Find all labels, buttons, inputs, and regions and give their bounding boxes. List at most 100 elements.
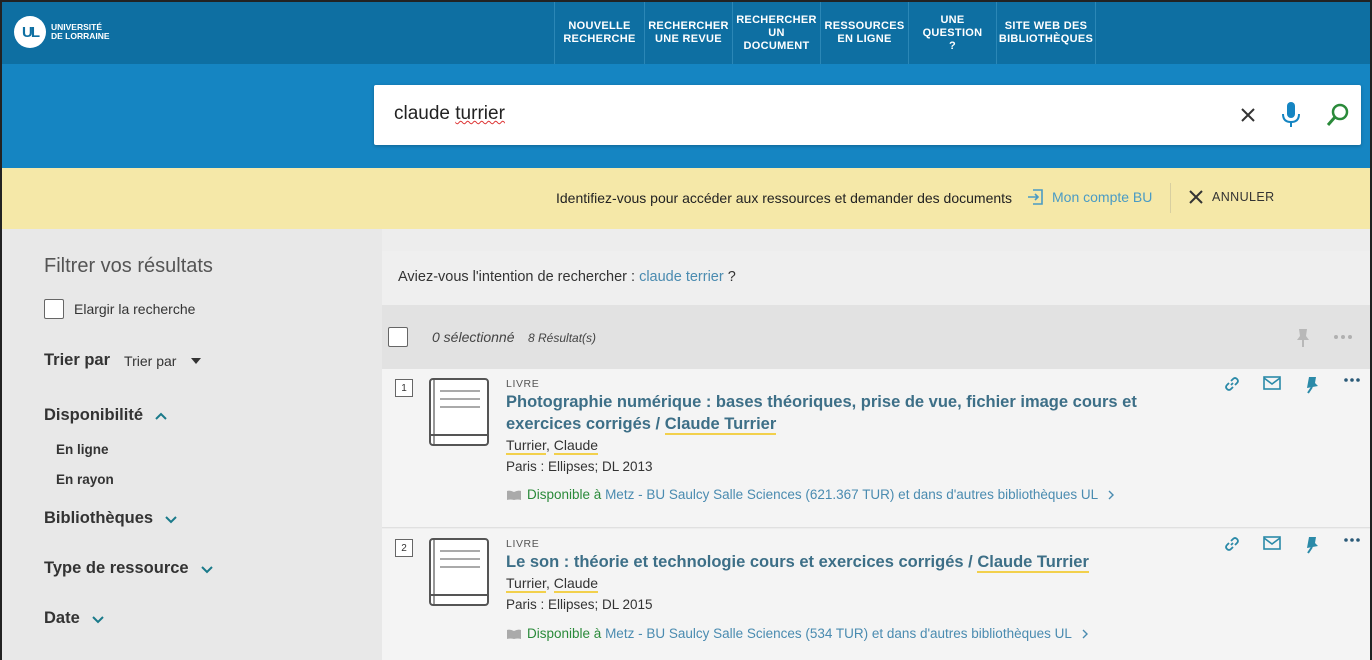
sort-row: Trier par Trier par xyxy=(44,351,206,370)
filter-title: Filtrer vos résultats xyxy=(44,255,213,277)
result-title-author: Claude Turrier xyxy=(977,553,1089,573)
nav-rechercher-revue[interactable]: RECHERCHER UNE REVUE xyxy=(644,2,732,64)
pin-button[interactable] xyxy=(1292,535,1332,555)
email-button[interactable] xyxy=(1252,375,1292,395)
nav-site-web-bibliotheques[interactable]: SITE WEB DES BIBLIOTHÈQUES xyxy=(996,2,1096,64)
result-author[interactable]: Turrier, Claude xyxy=(506,437,599,455)
email-icon xyxy=(1263,536,1281,550)
close-icon xyxy=(1189,190,1203,204)
results-area: Aviez-vous l'intention de rechercher : c… xyxy=(382,229,1370,660)
result-number: 2 xyxy=(395,539,413,557)
availability-location: Metz - BU Saulcy Salle Sciences (621.367… xyxy=(605,487,1099,502)
result-availability[interactable]: Disponible à Metz - BU Saulcy Salle Scie… xyxy=(506,626,1092,641)
facet-type-ressource[interactable]: Type de ressource xyxy=(44,559,215,578)
result-availability[interactable]: Disponible à Metz - BU Saulcy Salle Scie… xyxy=(506,487,1118,502)
top-navigation-bar: UL UNIVERSITÉ DE LORRAINE NOUVELLE RECHER… xyxy=(2,2,1370,64)
notice-text: Identifiez-vous pour accéder aux ressour… xyxy=(556,190,1013,206)
result-title[interactable]: Photographie numérique : bases théorique… xyxy=(506,391,1196,435)
chevron-down-icon xyxy=(165,515,177,523)
nav-nouvelle-recherche[interactable]: NOUVELLE RECHERCHE xyxy=(554,2,644,64)
chevron-right-icon xyxy=(1082,629,1088,638)
facet-bibliotheques[interactable]: Bibliothèques xyxy=(44,509,179,528)
pin-icon xyxy=(1307,537,1318,554)
result-item[interactable]: 1 LIVRE Photographie numérique : bases t… xyxy=(382,369,1370,528)
selection-bar: 0 sélectionné 8 Résultat(s) xyxy=(382,305,1370,369)
nav-ressources-en-ligne[interactable]: RESSOURCES EN LIGNE xyxy=(820,2,908,64)
result-title[interactable]: Le son : théorie et technologie cours et… xyxy=(506,551,1196,573)
pin-button[interactable] xyxy=(1292,375,1332,395)
did-you-mean-link[interactable]: claude terrier xyxy=(639,269,724,285)
select-all-checkbox[interactable] xyxy=(388,327,408,347)
main-nav: NOUVELLE RECHERCHE RECHERCHER UNE REVUE RE… xyxy=(554,2,1096,64)
pin-icon[interactable] xyxy=(1294,327,1312,349)
cancel-label: ANNULER xyxy=(1212,190,1275,204)
caret-down-icon xyxy=(191,357,202,364)
university-logo[interactable]: UL UNIVERSITÉ DE LORRAINE xyxy=(14,16,110,48)
selected-count: 0 sélectionné xyxy=(432,329,515,345)
author-first: Claude xyxy=(553,437,599,455)
facet-en-ligne[interactable]: En ligne xyxy=(56,442,109,457)
notice-divider xyxy=(1170,183,1171,213)
search-query-word-1: claude xyxy=(394,103,450,124)
clear-icon[interactable] xyxy=(1234,101,1262,129)
search-icon[interactable] xyxy=(1324,101,1352,129)
did-you-mean: Aviez-vous l'intention de rechercher : c… xyxy=(382,251,1370,305)
elargir-checkbox-row[interactable]: Elargir la recherche xyxy=(44,299,195,319)
results-count: 8 Résultat(s) xyxy=(528,331,597,345)
sort-label: Trier par xyxy=(44,351,111,369)
did-you-mean-suffix: ? xyxy=(727,269,736,285)
logo-mark: UL xyxy=(14,16,46,48)
result-item[interactable]: 2 LIVRE Le son : théorie et technologie … xyxy=(382,529,1370,660)
more-options-icon[interactable] xyxy=(1332,329,1354,345)
logo-line-2: DE LORRAINE xyxy=(51,31,110,41)
search-box[interactable]: claude turrier xyxy=(374,85,1361,145)
facet-disponibilite[interactable]: Disponibilité xyxy=(44,406,169,425)
availability-status: Disponible à xyxy=(527,626,602,641)
facet-date-label: Date xyxy=(44,609,80,627)
permalink-button[interactable] xyxy=(1212,535,1252,555)
sort-value: Trier par xyxy=(124,352,177,369)
elargir-label: Elargir la recherche xyxy=(74,301,196,317)
result-author[interactable]: Turrier, Claude xyxy=(506,575,599,593)
more-actions-button[interactable] xyxy=(1332,535,1372,555)
result-actions xyxy=(1212,535,1372,555)
chevron-up-icon xyxy=(155,412,167,420)
open-book-icon xyxy=(507,629,521,639)
filter-panel: Filtrer vos résultats Elargir la recherc… xyxy=(2,229,382,660)
sort-select[interactable]: Trier par xyxy=(124,353,206,369)
search-input[interactable]: claude turrier xyxy=(394,103,505,125)
link-icon xyxy=(1225,377,1239,391)
resource-type: LIVRE xyxy=(506,378,540,390)
search-band: claude turrier xyxy=(2,64,1370,168)
my-account-link[interactable]: Mon compte BU xyxy=(1026,187,1152,207)
result-title-author: Claude Turrier xyxy=(664,415,777,435)
permalink-button[interactable] xyxy=(1212,375,1252,395)
availability-status: Disponible à xyxy=(527,487,602,502)
microphone-icon[interactable] xyxy=(1277,101,1305,129)
facet-type-ressource-label: Type de ressource xyxy=(44,559,189,577)
author-last: Turrier xyxy=(506,575,546,593)
link-icon xyxy=(1225,537,1239,551)
author-last: Turrier xyxy=(506,437,546,455)
more-actions-button[interactable] xyxy=(1332,375,1372,395)
elargir-checkbox[interactable] xyxy=(44,299,64,319)
nav-rechercher-document[interactable]: RECHERCHER UN DOCUMENT xyxy=(732,2,820,64)
email-button[interactable] xyxy=(1252,535,1292,555)
chevron-down-icon xyxy=(200,565,213,573)
author-first: Claude xyxy=(553,575,599,593)
did-you-mean-prefix: Aviez-vous l'intention de rechercher : xyxy=(398,269,636,285)
cancel-button[interactable]: ANNULER xyxy=(1188,189,1275,205)
facet-disponibilite-label: Disponibilité xyxy=(44,406,143,424)
result-title-text: Le son : théorie et technologie cours et… xyxy=(506,553,978,571)
facet-en-rayon[interactable]: En rayon xyxy=(56,472,114,487)
email-icon xyxy=(1263,376,1281,390)
open-book-icon xyxy=(507,490,521,500)
sign-in-icon xyxy=(1028,189,1043,205)
chevron-right-icon xyxy=(1108,490,1115,499)
more-options-icon xyxy=(1344,538,1360,542)
facet-date[interactable]: Date xyxy=(44,609,106,628)
nav-une-question[interactable]: UNE QUESTION ? xyxy=(908,2,996,64)
more-options-icon xyxy=(1344,378,1360,382)
book-icon xyxy=(429,538,489,606)
result-number: 1 xyxy=(395,379,413,397)
